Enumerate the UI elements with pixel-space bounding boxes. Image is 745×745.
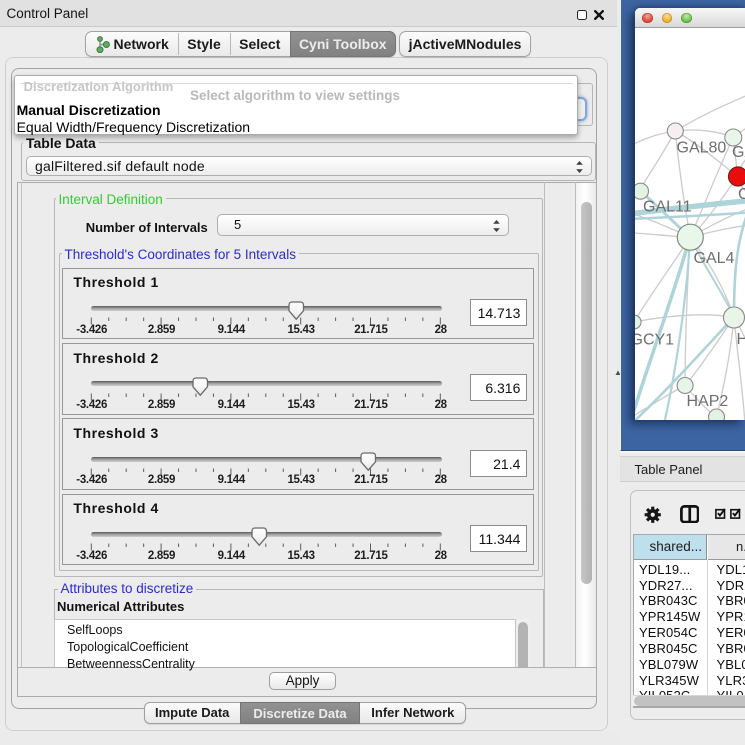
svg-text:H: H (736, 331, 745, 348)
svg-text:HAP2: HAP2 (686, 393, 728, 410)
svg-text:GCY1: GCY1 (635, 331, 674, 348)
svg-text:GAL80: GAL80 (676, 139, 726, 156)
svg-text:C: C (738, 186, 745, 203)
svg-text:GAL11: GAL11 (643, 198, 692, 215)
svg-text:GAL4: GAL4 (693, 250, 734, 267)
svg-text:GA: GA (732, 144, 745, 161)
